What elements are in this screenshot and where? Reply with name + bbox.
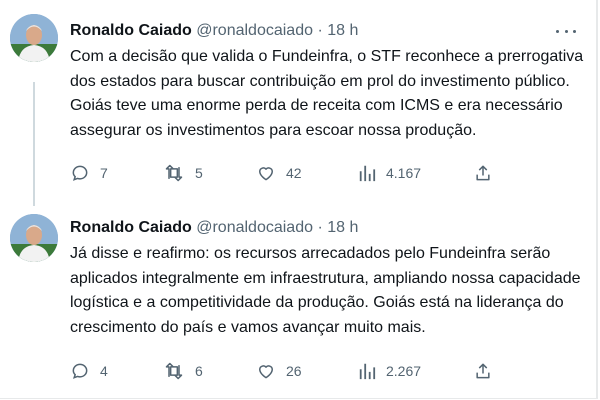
- retweet-count: 6: [195, 363, 203, 379]
- retweet-count: 5: [195, 165, 203, 181]
- view-count: 4.167: [386, 165, 422, 181]
- more-options-icon[interactable]: [556, 24, 576, 38]
- tweet-text-line: dos estados para buscar contribuição em …: [70, 72, 570, 90]
- tweet-text-line: Já disse e reafirmo: os recursos arrecad…: [70, 245, 551, 262]
- retweet-icon: [165, 362, 183, 380]
- view-count: 2.267: [386, 363, 422, 379]
- reply-count: 7: [100, 165, 108, 181]
- tweet-actions: 4 6 26 2.267: [70, 360, 510, 382]
- like-count: 42: [286, 165, 302, 181]
- separator: ·: [317, 22, 323, 39]
- retweet-icon: [165, 164, 183, 182]
- like-icon: [259, 167, 273, 181]
- tweet-actions: 7 5 42 4.167: [70, 162, 510, 184]
- tweet-text-line: logística e a competitividade da produçã…: [70, 294, 564, 311]
- avatar-image-icon: [10, 214, 58, 262]
- author-name[interactable]: Ronaldo Caiado: [70, 219, 192, 236]
- avatar[interactable]: [10, 14, 58, 62]
- like-button[interactable]: 26: [256, 360, 302, 382]
- separator: ·: [317, 219, 323, 236]
- author-name[interactable]: Ronaldo Caiado: [70, 22, 192, 39]
- tweet-text: Com a decisão que valida o Fundeinfra, o…: [70, 45, 585, 143]
- tweet[interactable]: Ronaldo Caiado @ronaldocaiado · 18 h Já …: [0, 200, 596, 400]
- reply-count: 4: [100, 363, 108, 379]
- tweet-header: Ronaldo Caiado @ronaldocaiado · 18 h: [70, 217, 358, 239]
- tweet[interactable]: Ronaldo Caiado @ronaldocaiado · 18 h Com…: [0, 0, 596, 206]
- reply-button[interactable]: 7: [70, 162, 108, 184]
- like-icon: [259, 365, 273, 379]
- reply-button[interactable]: 4: [70, 360, 108, 382]
- retweet-button[interactable]: 6: [163, 360, 203, 382]
- views-icon: [359, 363, 376, 380]
- like-count: 26: [286, 363, 302, 379]
- views-icon: [359, 165, 376, 182]
- tweet-text-line: crescimento do país e vamos avançar muit…: [70, 318, 426, 336]
- tweet-text-line: Com a decisão que valida o Fundeinfra, o…: [70, 48, 584, 65]
- reply-icon: [72, 363, 88, 379]
- author-handle[interactable]: @ronaldocaiado: [196, 22, 313, 39]
- reply-icon: [72, 165, 88, 181]
- share-icon: [476, 165, 490, 181]
- views-button[interactable]: 4.167: [358, 162, 421, 184]
- tweet-text-line: aplicados integralmente em infraestrutur…: [70, 269, 581, 287]
- views-button[interactable]: 2.267: [358, 360, 421, 382]
- share-button[interactable]: [473, 162, 493, 184]
- share-button[interactable]: [473, 360, 493, 382]
- tweet-header: Ronaldo Caiado @ronaldocaiado · 18 h: [70, 20, 358, 42]
- tweet-text: Já disse e reafirmo: os recursos arrecad…: [70, 242, 585, 340]
- tweet-text-line: assegurar os investimentos para escoar n…: [70, 121, 477, 139]
- timestamp[interactable]: 18 h: [327, 22, 358, 39]
- thread-line: [33, 82, 35, 206]
- timestamp[interactable]: 18 h: [327, 219, 358, 236]
- tweet-text-line: Goiás teve uma enorme perda de receita c…: [70, 97, 563, 114]
- avatar-image-icon: [10, 14, 58, 62]
- author-handle[interactable]: @ronaldocaiado: [196, 219, 313, 236]
- retweet-button[interactable]: 5: [163, 162, 203, 184]
- avatar[interactable]: [10, 214, 58, 262]
- share-icon: [476, 363, 490, 379]
- like-button[interactable]: 42: [256, 162, 302, 184]
